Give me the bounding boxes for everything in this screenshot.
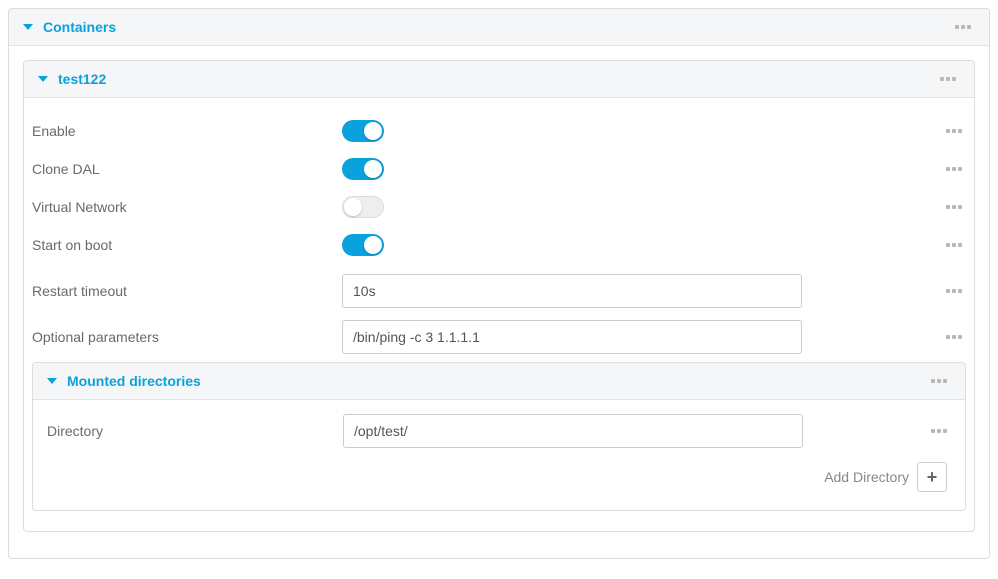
plus-icon: + [927, 467, 938, 488]
ellipsis-icon[interactable] [936, 73, 960, 85]
ellipsis-icon[interactable] [951, 21, 975, 33]
directory-row: Directory [47, 414, 951, 448]
restart-timeout-input[interactable] [342, 274, 802, 308]
containers-title-text: Containers [43, 19, 116, 35]
containers-panel-header[interactable]: Containers [9, 9, 989, 46]
add-directory-label: Add Directory [824, 469, 909, 485]
container-panel-body: Enable Clone DAL Virtual Network [24, 98, 974, 531]
container-panel-header[interactable]: test122 [24, 61, 974, 98]
optional-params-row: Optional parameters [32, 320, 966, 354]
enable-label: Enable [32, 123, 342, 139]
clone-dal-toggle[interactable] [342, 158, 384, 180]
containers-panel-title[interactable]: Containers [23, 19, 116, 35]
chevron-down-icon [38, 76, 48, 82]
chevron-down-icon [23, 24, 33, 30]
mounted-directories-panel: Mounted directories Directory [32, 362, 966, 511]
directory-input[interactable] [343, 414, 803, 448]
ellipsis-icon[interactable] [942, 201, 966, 213]
restart-timeout-row: Restart timeout [32, 274, 966, 308]
add-directory-button[interactable]: + [917, 462, 947, 492]
ellipsis-icon[interactable] [942, 125, 966, 137]
container-title-text: test122 [58, 71, 106, 87]
containers-panel-body: test122 Enable Clone DAL [9, 46, 989, 558]
ellipsis-icon[interactable] [927, 375, 951, 387]
restart-timeout-label: Restart timeout [32, 283, 342, 299]
container-panel: test122 Enable Clone DAL [23, 60, 975, 532]
start-on-boot-row: Start on boot [32, 228, 966, 262]
add-directory-row: Add Directory + [47, 452, 951, 496]
enable-toggle[interactable] [342, 120, 384, 142]
ellipsis-icon[interactable] [942, 285, 966, 297]
ellipsis-icon[interactable] [942, 163, 966, 175]
start-on-boot-toggle[interactable] [342, 234, 384, 256]
optional-params-input[interactable] [342, 320, 802, 354]
mounted-directories-header[interactable]: Mounted directories [33, 363, 965, 400]
optional-params-label: Optional parameters [32, 329, 342, 345]
directory-label: Directory [47, 423, 343, 439]
ellipsis-icon[interactable] [942, 331, 966, 343]
virtual-network-label: Virtual Network [32, 199, 342, 215]
mounted-directories-title[interactable]: Mounted directories [47, 373, 201, 389]
virtual-network-toggle[interactable] [342, 196, 384, 218]
mounted-directories-title-text: Mounted directories [67, 373, 201, 389]
mounted-directories-body: Directory Add Directory + [33, 400, 965, 510]
ellipsis-icon[interactable] [942, 239, 966, 251]
ellipsis-icon[interactable] [927, 425, 951, 437]
clone-dal-label: Clone DAL [32, 161, 342, 177]
start-on-boot-label: Start on boot [32, 237, 342, 253]
containers-panel: Containers test122 Enable [8, 8, 990, 559]
enable-row: Enable [32, 114, 966, 148]
container-panel-title[interactable]: test122 [38, 71, 106, 87]
virtual-network-row: Virtual Network [32, 190, 966, 224]
clone-dal-row: Clone DAL [32, 152, 966, 186]
chevron-down-icon [47, 378, 57, 384]
